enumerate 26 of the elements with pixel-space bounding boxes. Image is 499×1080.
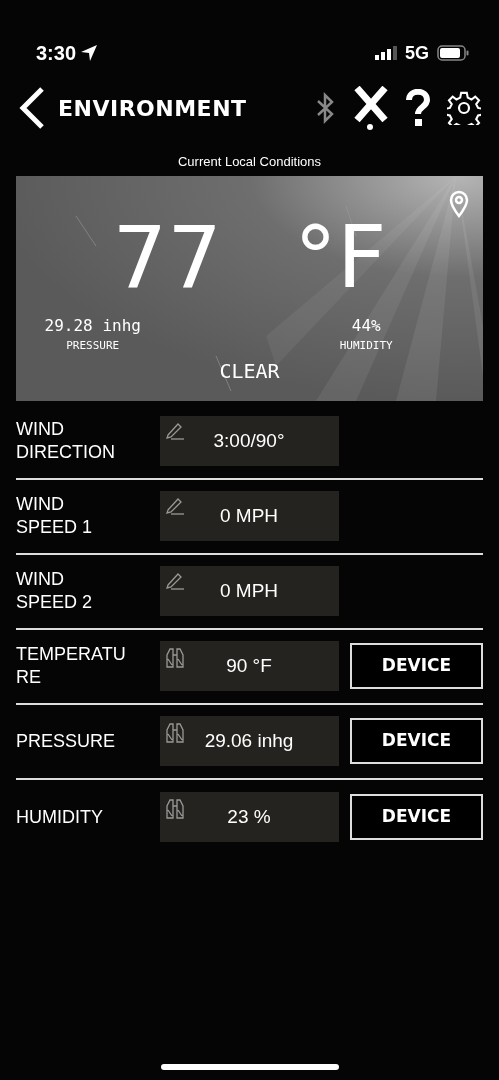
field-label: WIND DIRECTION — [16, 418, 116, 464]
field-label: PRESSURE — [16, 729, 117, 753]
device-button[interactable]: DEVICE — [350, 794, 483, 840]
value-field[interactable]: 23 % — [159, 792, 339, 842]
clock-time: 3:30 — [36, 41, 77, 66]
pressure-reading: 29.28 inhg — [43, 314, 142, 337]
section-caption: Current Local Conditions — [176, 153, 323, 171]
field-label: WIND SPEED 1 — [16, 493, 94, 539]
network-type: 5G — [405, 41, 429, 65]
value-field[interactable]: 3:00/90° — [159, 416, 339, 466]
field-label: HUMIDITY — [16, 805, 104, 829]
value-field[interactable]: 90 °F — [159, 641, 339, 691]
sky-condition: CLEAR — [218, 358, 281, 385]
page-title: ENVIRONMENT — [58, 94, 247, 123]
device-button[interactable]: DEVICE — [350, 718, 483, 764]
value-field[interactable]: 0 MPH — [159, 566, 339, 616]
temperature-unit: °F — [294, 213, 387, 300]
value-field[interactable]: 29.06 inhg — [159, 716, 339, 766]
humidity-label: HUMIDITY — [338, 337, 394, 354]
device-button[interactable]: DEVICE — [350, 643, 483, 689]
value-field[interactable]: 0 MPH — [159, 491, 339, 541]
field-label: TEMPERATURE — [16, 643, 127, 689]
field-label: WIND SPEED 2 — [16, 568, 94, 614]
humidity-reading: 44% — [350, 314, 382, 337]
pressure-label: PRESSURE — [65, 337, 121, 354]
temperature-reading: 77 — [112, 213, 222, 300]
